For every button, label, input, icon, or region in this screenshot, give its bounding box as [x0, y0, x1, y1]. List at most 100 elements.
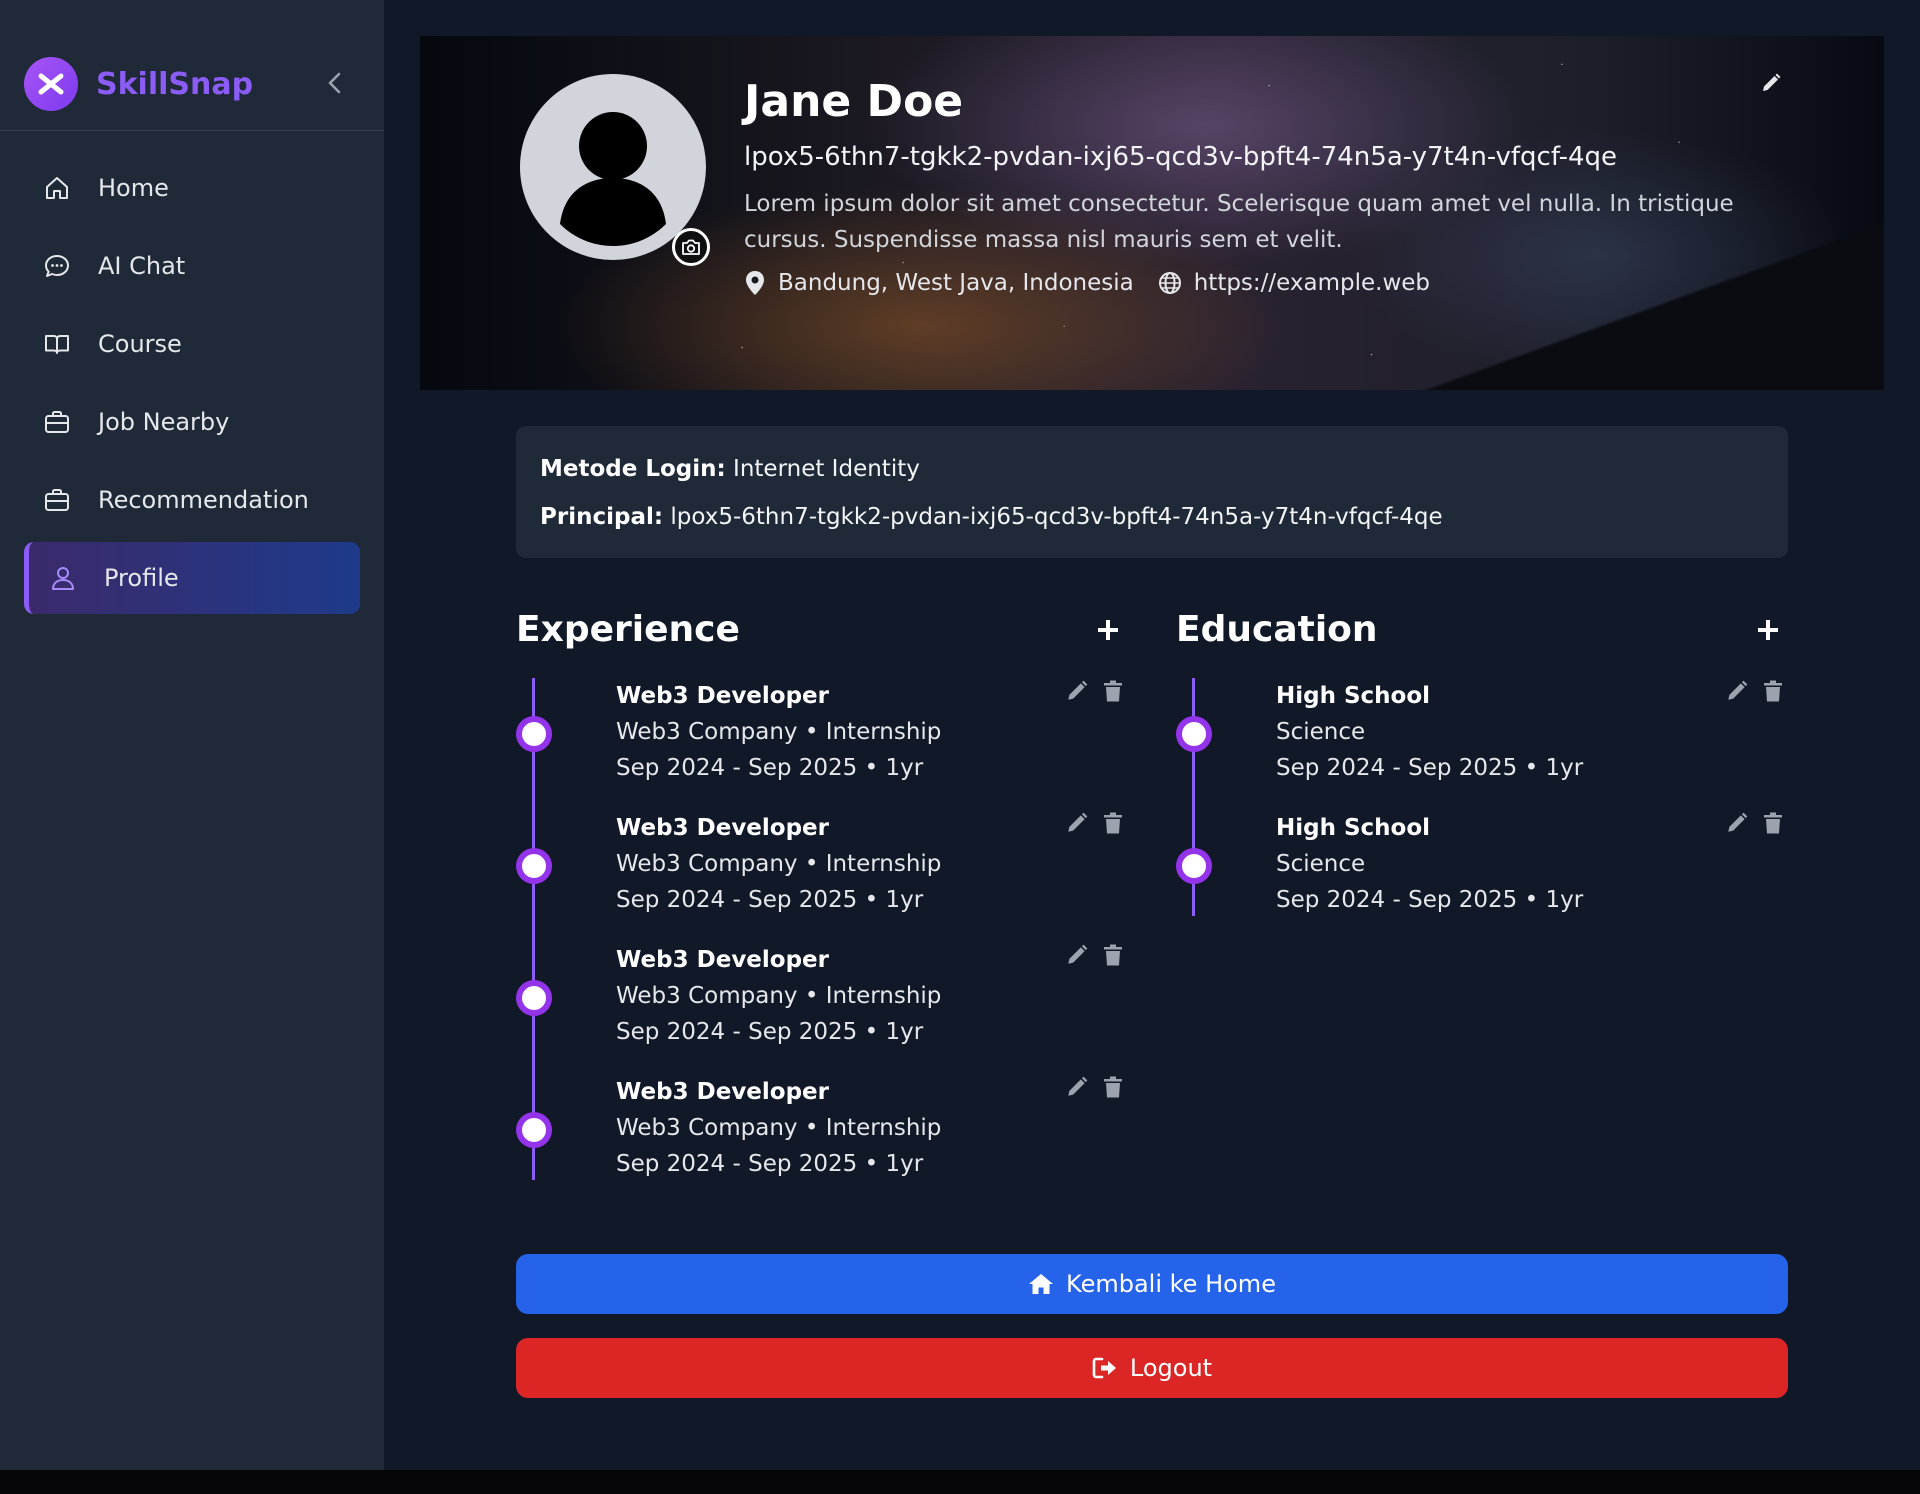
delete-experience-button[interactable] [1100, 678, 1126, 704]
plus-icon [1098, 620, 1118, 640]
trash-icon [1764, 680, 1782, 702]
profile-bio: Lorem ipsum dolor sit amet consectetur. … [744, 191, 1734, 253]
back-to-home-label: Kembali ke Home [1066, 1270, 1276, 1298]
experience-item: Web3 Developer Web3 Company • Internship… [516, 942, 1126, 1074]
pencil-icon [1728, 812, 1748, 832]
education-item: High School Science Sep 2024 - Sep 2025 … [1176, 678, 1786, 810]
sidebar-item-ai-chat[interactable]: AI Chat [24, 230, 360, 302]
chat-bubble-icon [42, 251, 72, 281]
experience-item-dates: Sep 2024 - Sep 2025 • 1yr [616, 755, 924, 781]
experience-item: Web3 Developer Web3 Company • Internship… [516, 678, 1126, 810]
website-link[interactable]: https://example.web [1194, 270, 1430, 296]
experience-item-dates: Sep 2024 - Sep 2025 • 1yr [616, 1151, 924, 1177]
skillsnap-logo-icon [24, 57, 78, 111]
sidebar-item-job-nearby[interactable]: Job Nearby [24, 386, 360, 458]
bottom-strip [0, 1470, 1920, 1494]
collapse-sidebar-button[interactable] [320, 68, 350, 98]
pencil-icon [1068, 944, 1088, 964]
sidebar-item-label: Home [98, 174, 169, 202]
trash-icon [1104, 1076, 1122, 1098]
experience-item-company: Web3 Company • Internship [616, 983, 942, 1009]
timeline-dot [1176, 848, 1212, 884]
sidebar-item-course[interactable]: Course [24, 308, 360, 380]
login-method-label: Metode Login: [540, 456, 726, 482]
login-info-card: Metode Login: Internet Identity Principa… [516, 426, 1788, 558]
principal-value: lpox5-6thn7-tgkk2-pvdan-ixj65-qcd3v-bpft… [670, 504, 1443, 530]
map-pin-icon [746, 271, 764, 295]
education-section: Education High School Science Sep 2024 -… [1176, 600, 1786, 916]
login-method-row: Metode Login: Internet Identity [540, 452, 1764, 486]
brand-name: SkillSnap [96, 66, 254, 102]
trash-icon [1104, 680, 1122, 702]
edit-experience-button[interactable] [1064, 942, 1090, 968]
experience-item-title: Web3 Developer [616, 1079, 829, 1105]
home-icon [42, 173, 72, 203]
experience-item-dates: Sep 2024 - Sep 2025 • 1yr [616, 1019, 924, 1045]
trash-icon [1764, 812, 1782, 834]
timeline-dot [516, 980, 552, 1016]
edit-education-button[interactable] [1724, 678, 1750, 704]
experience-item-company: Web3 Company • Internship [616, 719, 942, 745]
principal-label: Principal: [540, 504, 664, 530]
timeline-dot [1176, 716, 1212, 752]
education-item: High School Science Sep 2024 - Sep 2025 … [1176, 810, 1786, 942]
sidebar: SkillSnap Home AI Chat Course Job Nearby… [0, 0, 384, 1494]
logout-button[interactable]: Logout [516, 1338, 1788, 1398]
briefcase-icon [42, 407, 72, 437]
edit-profile-button[interactable] [1760, 72, 1784, 96]
edit-experience-button[interactable] [1064, 810, 1090, 836]
education-item-title: High School [1276, 815, 1431, 841]
add-education-button[interactable] [1750, 612, 1786, 648]
experience-item-title: Web3 Developer [616, 815, 829, 841]
experience-item-title: Web3 Developer [616, 683, 829, 709]
sidebar-item-label: AI Chat [98, 252, 186, 280]
back-to-home-button[interactable]: Kembali ke Home [516, 1254, 1788, 1314]
chevron-left-icon [328, 72, 341, 94]
sidebar-item-home[interactable]: Home [24, 152, 360, 224]
pencil-icon [1068, 812, 1088, 832]
camera-icon [682, 239, 700, 255]
education-item-dates: Sep 2024 - Sep 2025 • 1yr [1276, 887, 1584, 913]
profile-name: Jane Doe [744, 76, 964, 127]
profile-website[interactable]: https://example.web [1158, 270, 1430, 296]
sidebar-item-label: Job Nearby [98, 408, 230, 436]
brand[interactable]: SkillSnap [24, 56, 253, 112]
sidebar-divider [0, 130, 384, 131]
delete-experience-button[interactable] [1100, 1074, 1126, 1100]
education-item-field: Science [1276, 851, 1366, 877]
book-icon [42, 329, 72, 359]
sidebar-nav: Home AI Chat Course Job Nearby Recommend… [24, 152, 360, 620]
logout-label: Logout [1129, 1354, 1213, 1382]
briefcase-icon [42, 485, 72, 515]
trash-icon [1104, 944, 1122, 966]
trash-icon [1104, 812, 1122, 834]
edit-experience-button[interactable] [1064, 678, 1090, 704]
timeline-dot [516, 716, 552, 752]
edit-experience-button[interactable] [1064, 1074, 1090, 1100]
location-text: Bandung, West Java, Indonesia [778, 270, 1134, 296]
edit-education-button[interactable] [1724, 810, 1750, 836]
principal-row: Principal: lpox5-6thn7-tgkk2-pvdan-ixj65… [540, 500, 1764, 534]
timeline-dot [516, 848, 552, 884]
add-experience-button[interactable] [1090, 612, 1126, 648]
sidebar-item-profile[interactable]: Profile [24, 542, 360, 614]
sidebar-item-label: Course [98, 330, 182, 358]
delete-education-button[interactable] [1760, 810, 1786, 836]
sidebar-item-recommendation[interactable]: Recommendation [24, 464, 360, 536]
experience-title: Experience [516, 609, 740, 650]
delete-experience-button[interactable] [1100, 942, 1126, 968]
experience-section: Experience Web3 Developer Web3 Company •… [516, 600, 1126, 1180]
delete-experience-button[interactable] [1100, 810, 1126, 836]
pencil-icon [1763, 73, 1781, 91]
profile-banner: Jane Doe lpox5-6thn7-tgkk2-pvdan-ixj65-q… [420, 36, 1884, 390]
experience-item-dates: Sep 2024 - Sep 2025 • 1yr [616, 887, 924, 913]
change-photo-button[interactable] [672, 228, 710, 266]
experience-item-company: Web3 Company • Internship [616, 851, 942, 877]
education-title: Education [1176, 609, 1378, 650]
delete-education-button[interactable] [1760, 678, 1786, 704]
profile-principal: lpox5-6thn7-tgkk2-pvdan-ixj65-qcd3v-bpft… [744, 142, 1618, 172]
education-item-dates: Sep 2024 - Sep 2025 • 1yr [1276, 755, 1584, 781]
pencil-icon [1728, 680, 1748, 700]
profile-meta: Bandung, West Java, Indonesia https://ex… [744, 270, 1744, 296]
experience-item: Web3 Developer Web3 Company • Internship… [516, 1074, 1126, 1206]
